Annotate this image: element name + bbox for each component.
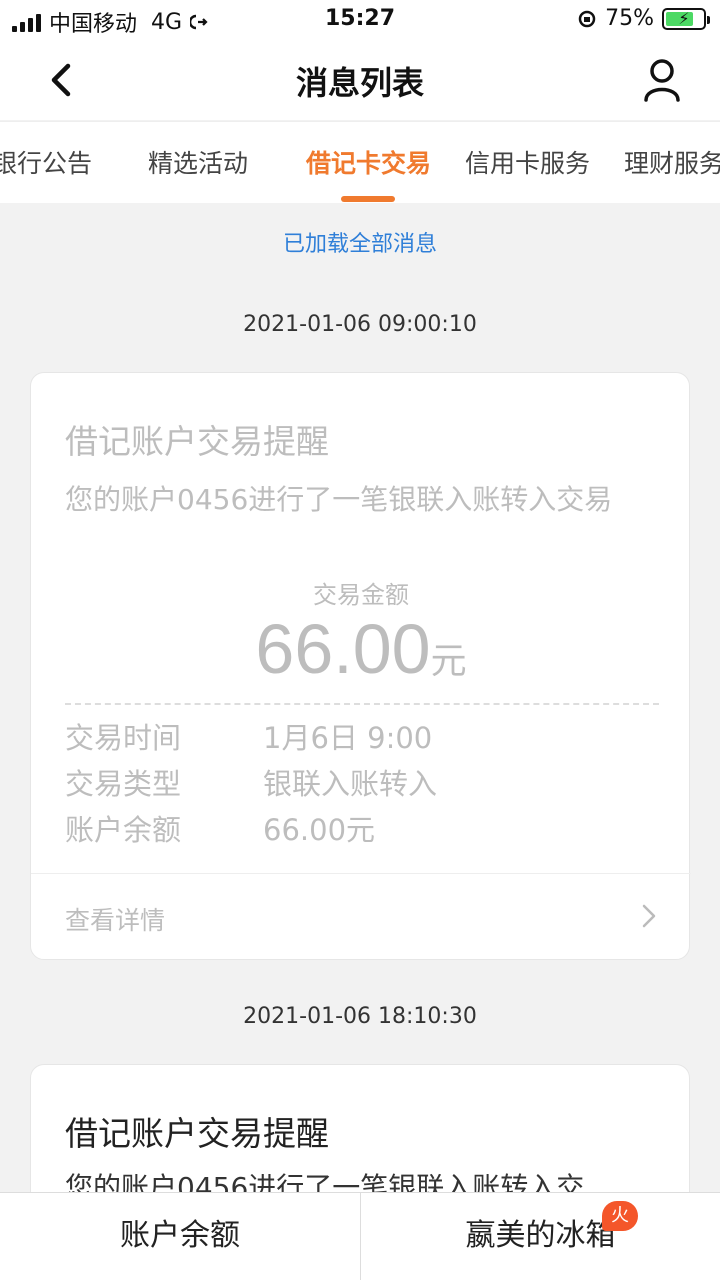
all-loaded-note: 已加载全部消息: [282, 232, 437, 257]
active-tab-indicator: [341, 196, 395, 202]
category-tabs: 银行公告 精选活动 借记卡交易 信用卡服务 理财服务: [0, 121, 720, 203]
tab-featured-activities[interactable]: 精选活动: [148, 144, 248, 180]
tab-bank-notice[interactable]: 银行公告: [0, 144, 92, 180]
card-title: 借记账户交易提醒: [65, 422, 329, 461]
card-description: 您的账户0456进行了一笔银联入账转入交易: [65, 483, 613, 516]
chevron-right-icon[interactable]: [639, 901, 659, 931]
amount-unit: 元: [430, 641, 467, 682]
battery-icon: ⚡: [662, 7, 710, 30]
battery-percent: 75%: [605, 6, 654, 31]
row-value: 66.00元: [263, 813, 376, 847]
row-value: 银联入账转入: [263, 767, 438, 801]
message-time: 2021-01-06 18:10:30: [243, 1004, 477, 1029]
orientation-lock-icon: [578, 10, 596, 27]
user-icon[interactable]: [638, 56, 686, 104]
charging-bolt-icon: ⚡: [678, 8, 690, 28]
message-time: 2021-01-06 09:00:10: [243, 312, 477, 337]
transaction-amount: 66.00元: [31, 609, 691, 689]
card-divider: [31, 873, 691, 874]
nav-bar: 消息列表: [0, 40, 720, 120]
view-details-link[interactable]: 查看详情: [65, 901, 165, 937]
amount-label: 交易金额: [313, 581, 409, 609]
tab-wealth-management[interactable]: 理财服务: [624, 144, 720, 180]
row-label: 交易时间: [65, 721, 182, 755]
tab-credit-card-services[interactable]: 信用卡服务: [465, 144, 590, 180]
account-balance-button[interactable]: 账户余额: [0, 1193, 360, 1280]
page-title: 消息列表: [295, 64, 424, 102]
hot-badge: 火: [602, 1201, 638, 1231]
amount-value: 66.00: [255, 610, 431, 688]
row-label: 交易类型: [65, 767, 182, 801]
card-title: 借记账户交易提醒: [65, 1114, 329, 1153]
message-card[interactable]: 借记账户交易提醒 您的账户0456进行了一笔银联入账转入交易 交易金额 66.0…: [30, 372, 691, 960]
row-label: 账户余额: [65, 813, 182, 847]
status-bar: 中国移动 4G 15:27 75% ⚡: [0, 0, 720, 40]
promo-button[interactable]: 嬴美的冰箱: [360, 1193, 720, 1280]
row-value: 1月6日 9:00: [263, 721, 433, 755]
dashed-divider: [65, 703, 659, 705]
tab-debit-card-transactions[interactable]: 借记卡交易: [306, 144, 431, 180]
